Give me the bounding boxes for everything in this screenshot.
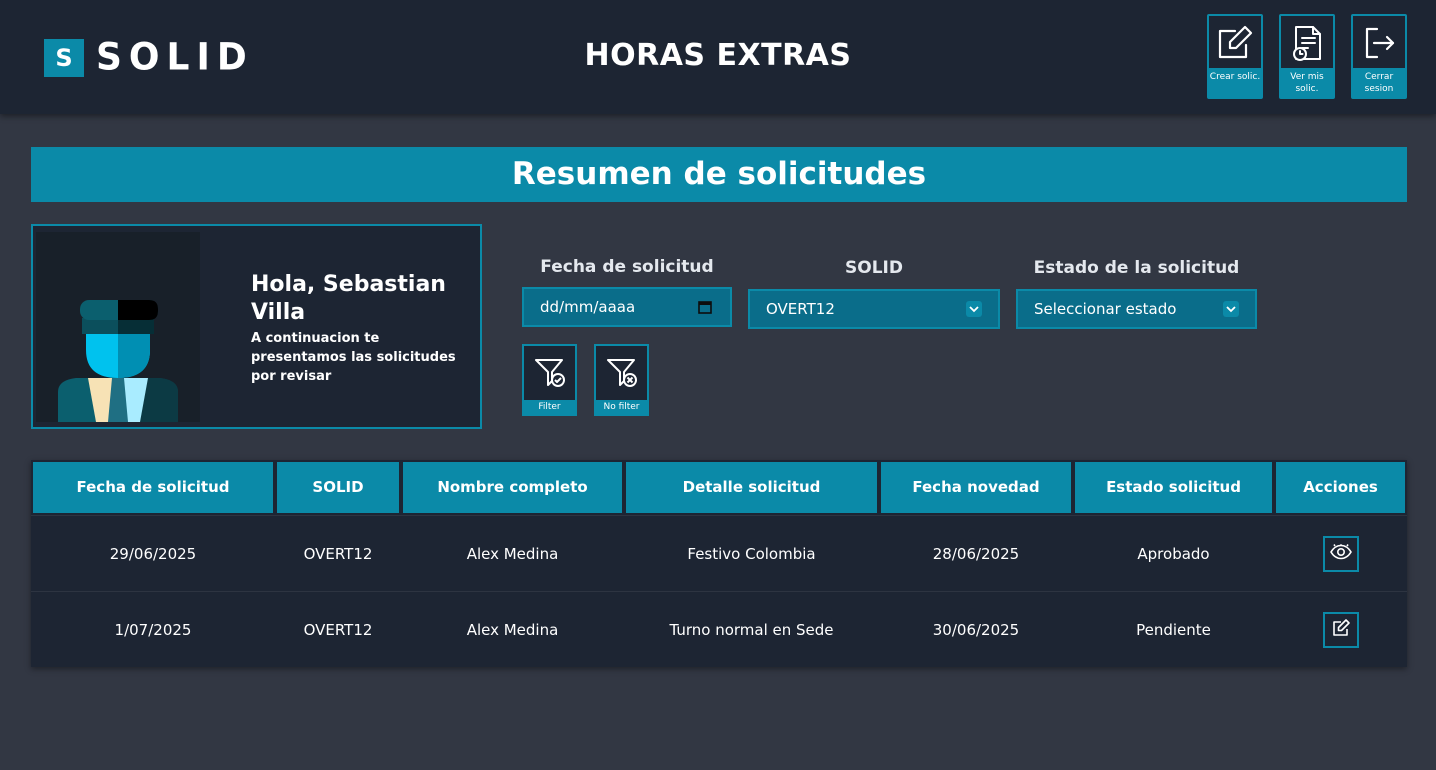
no-filter-button[interactable]: No filter [594,344,649,416]
cell-fecha: 29/06/2025 [109,544,197,563]
status-filter-label: Estado de la solicitud [1033,258,1240,278]
cell-detalle: Festivo Colombia [687,544,816,563]
cell-detalle: Turno normal en Sede [669,620,834,639]
view-icon [1329,543,1352,564]
table-row: 29/06/2025 OVERT12 Alex Medina Festivo C… [31,515,1407,591]
cell-novedad: 28/06/2025 [932,544,1020,563]
status-select-value: Seleccionar estado [1034,300,1177,318]
filter-check-icon [524,346,575,400]
date-filter-placeholder: dd/mm/aaaa [540,298,636,316]
greeting-subtitle: A continuacion te presentamos las solici… [251,331,456,384]
filter-button-label: Filter [524,400,575,414]
status-select[interactable]: Seleccionar estado [1016,289,1257,329]
col-nombre[interactable]: Nombre completo [401,460,624,515]
section-banner: Resumen de solicitudes [31,147,1407,202]
avatar [36,232,200,422]
date-filter-input[interactable]: dd/mm/aaaa [522,287,732,327]
col-solid[interactable]: SOLID [275,460,401,515]
col-detalle[interactable]: Detalle solicitud [624,460,879,515]
chevron-down-icon [1223,301,1239,317]
cell-solid: OVERT12 [303,620,373,639]
logout-icon [1353,16,1405,70]
chevron-down-icon [966,301,982,317]
cell-acciones [1274,516,1407,591]
requests-table: Fecha de solicitud SOLID Nombre completo… [31,460,1407,667]
view-my-requests-button[interactable]: Ver mis solic. [1279,14,1335,99]
table-header: Fecha de solicitud SOLID Nombre completo… [31,460,1407,515]
filter-clear-icon [596,346,647,400]
edit-icon [1331,618,1351,642]
solid-filter-label: SOLID [845,258,903,278]
create-request-label: Crear solic. [1209,68,1261,97]
view-request-button[interactable] [1322,535,1359,572]
cell-estado: Aprobado [1137,544,1210,563]
greeting-name: Hola, Sebastian Villa [251,272,446,325]
solid-select-value: OVERT12 [766,300,835,318]
cell-acciones [1274,592,1407,667]
cell-solid: OVERT12 [303,544,373,563]
date-filter-label: Fecha de solicitud [540,257,714,277]
logout-label: Cerrar sesion [1353,68,1405,97]
create-request-button[interactable]: Crear solic. [1207,14,1263,99]
view-my-requests-label: Ver mis solic. [1281,68,1333,97]
no-filter-button-label: No filter [596,400,647,414]
table-row: 1/07/2025 OVERT12 Alex Medina Turno norm… [31,591,1407,667]
cell-nombre: Alex Medina [466,544,559,563]
col-fecha-solicitud[interactable]: Fecha de solicitud [31,460,275,515]
cell-fecha: 1/07/2025 [114,620,192,639]
edit-request-button[interactable] [1322,611,1359,648]
col-acciones: Acciones [1274,460,1407,515]
cell-nombre: Alex Medina [466,620,559,639]
document-clock-icon [1281,16,1333,70]
col-estado[interactable]: Estado solicitud [1073,460,1274,515]
col-fecha-novedad[interactable]: Fecha novedad [879,460,1073,515]
cell-estado: Pendiente [1136,620,1211,639]
profile-card: Hola, Sebastian Villa A continuacion te … [31,224,482,429]
top-bar: S SOLID HORAS EXTRAS Crear solic. Ver mi… [0,0,1436,114]
logout-button[interactable]: Cerrar sesion [1351,14,1407,99]
edit-icon [1209,16,1261,70]
solid-select[interactable]: OVERT12 [748,289,1000,329]
cell-novedad: 30/06/2025 [932,620,1020,639]
filter-button[interactable]: Filter [522,344,577,416]
calendar-icon [698,300,712,318]
